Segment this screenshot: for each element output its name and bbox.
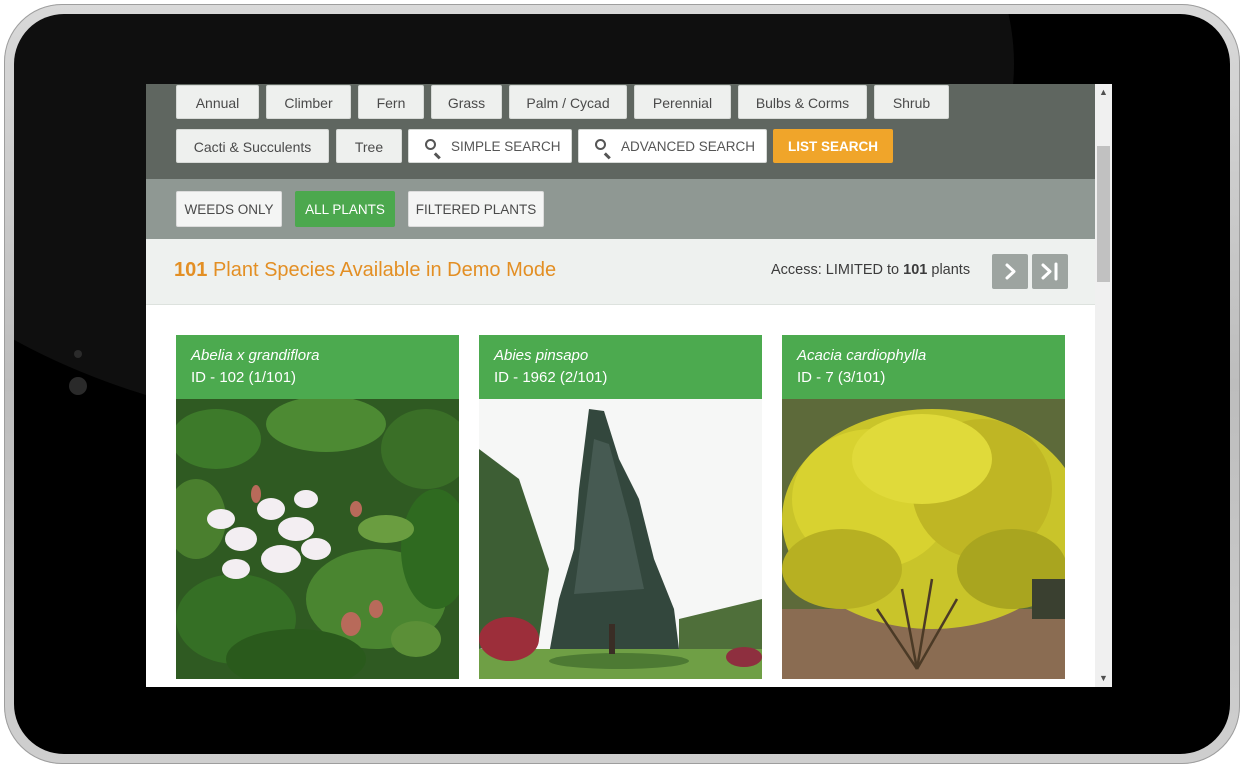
type-button-cacti-succulents[interactable]: Cacti & Succulents <box>176 129 329 163</box>
type-button-perennial[interactable]: Perennial <box>634 85 731 119</box>
plant-photo[interactable] <box>782 399 1065 679</box>
type-button-grass[interactable]: Grass <box>431 85 502 119</box>
advanced-search-label: ADVANCED SEARCH <box>621 139 756 154</box>
access-info: Access: LIMITED to 101 plants <box>771 262 970 278</box>
plant-card[interactable]: Acacia cardiophylla ID - 7 (3/101) <box>782 335 1065 679</box>
species-title-text: Plant Species Available in Demo Mode <box>212 259 557 281</box>
weeds-only-button[interactable]: WEEDS ONLY <box>176 191 282 227</box>
filter-bar: WEEDS ONLY ALL PLANTS FILTERED PLANTS <box>146 179 1095 239</box>
vertical-scrollbar[interactable]: ▲ ▼ <box>1095 84 1112 687</box>
all-plants-button[interactable]: ALL PLANTS <box>295 191 395 227</box>
plant-name[interactable]: Acacia cardiophylla <box>797 347 926 364</box>
plant-photo[interactable] <box>479 399 762 679</box>
plant-card[interactable]: Abies pinsapo ID - 1962 (2/101) <box>479 335 762 679</box>
type-button-climber[interactable]: Climber <box>266 85 351 119</box>
type-button-bulbs-corms[interactable]: Bulbs & Corms <box>738 85 867 119</box>
plant-card-header[interactable]: Abies pinsapo ID - 1962 (2/101) <box>479 335 762 399</box>
plant-name[interactable]: Abies pinsapo <box>494 347 588 364</box>
advanced-search-button[interactable]: ADVANCED SEARCH <box>578 129 767 163</box>
results-header: 101 Plant Species Available in Demo Mode… <box>146 239 1095 305</box>
page-content: Annual Climber Fern Grass Palm / Cycad P… <box>146 84 1095 687</box>
access-suffix: plants <box>931 262 971 278</box>
chevron-right-icon <box>1005 263 1016 280</box>
plant-id: ID - 102 (1/101) <box>191 369 297 386</box>
plant-id: ID - 1962 (2/101) <box>494 369 608 386</box>
simple-search-label: SIMPLE SEARCH <box>451 139 561 154</box>
simple-search-button[interactable]: SIMPLE SEARCH <box>408 129 572 163</box>
front-camera <box>69 377 87 395</box>
plant-card[interactable]: Abelia x grandiflora ID - 102 (1/101) <box>176 335 459 679</box>
app-screen: Annual Climber Fern Grass Palm / Cycad P… <box>146 84 1112 687</box>
plant-name[interactable]: Abelia x grandiflora <box>191 347 319 364</box>
plant-id: ID - 7 (3/101) <box>797 369 886 386</box>
type-button-fern[interactable]: Fern <box>358 85 424 119</box>
front-sensor <box>74 350 82 358</box>
type-button-tree[interactable]: Tree <box>336 129 402 163</box>
access-prefix: Access: LIMITED to <box>771 262 900 278</box>
type-button-annual[interactable]: Annual <box>176 85 259 119</box>
scroll-up-arrow-icon[interactable]: ▲ <box>1095 84 1112 101</box>
last-page-button[interactable] <box>1032 254 1068 289</box>
plant-photo[interactable] <box>176 399 459 679</box>
page-title: 101 Plant Species Available in Demo Mode <box>174 259 556 282</box>
plant-type-bar: Annual Climber Fern Grass Palm / Cycad P… <box>146 84 1095 179</box>
access-count: 101 <box>903 262 928 278</box>
list-search-button[interactable]: LIST SEARCH <box>773 129 893 163</box>
type-button-palm-cycad[interactable]: Palm / Cycad <box>509 85 627 119</box>
search-icon <box>425 139 436 150</box>
search-icon <box>595 139 606 150</box>
next-page-button[interactable] <box>992 254 1028 289</box>
last-page-icon <box>1041 262 1058 281</box>
plant-card-header[interactable]: Abelia x grandiflora ID - 102 (1/101) <box>176 335 459 399</box>
species-count: 101 <box>174 259 208 281</box>
filtered-plants-button[interactable]: FILTERED PLANTS <box>408 191 544 227</box>
plant-card-header[interactable]: Acacia cardiophylla ID - 7 (3/101) <box>782 335 1065 399</box>
scroll-thumb[interactable] <box>1097 146 1110 282</box>
scroll-down-arrow-icon[interactable]: ▼ <box>1095 670 1112 687</box>
type-button-shrub[interactable]: Shrub <box>874 85 949 119</box>
